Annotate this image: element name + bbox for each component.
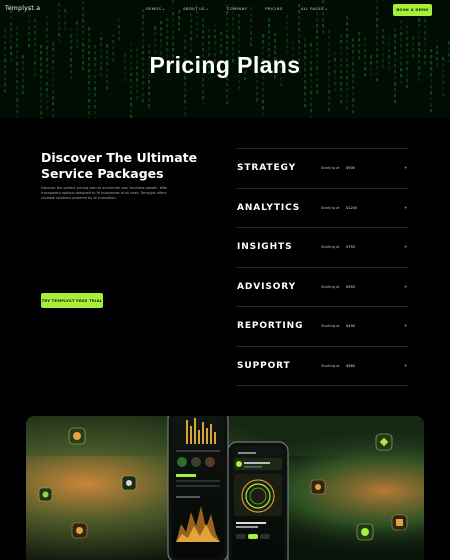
brand-logo[interactable]: Templyst.a xyxy=(5,5,40,12)
service-price: $1200 xyxy=(346,205,358,210)
service-row-advisory[interactable]: ADVISORY Starting at $950 + xyxy=(236,266,408,307)
section-description: Discover the perfect pricing plan to acc… xyxy=(41,186,168,200)
section-title: Discover The Ultimate Service Packages xyxy=(41,150,198,181)
phone-mockup-activity xyxy=(227,441,289,560)
service-row-strategy[interactable]: STRATEGY Starting at $900 + xyxy=(236,148,408,188)
service-name: SUPPORT xyxy=(237,360,291,371)
service-name: INSIGHTS xyxy=(237,242,293,253)
service-price: $900 xyxy=(346,166,355,170)
expand-icon[interactable]: + xyxy=(404,323,407,328)
top-navigation: Templyst.a Demos+ About us+ Company Pric… xyxy=(0,0,450,20)
service-row-analytics[interactable]: ANALYTICS Starting at $1200 + xyxy=(236,187,408,228)
showcase-illustration xyxy=(26,416,424,560)
service-name: ADVISORY xyxy=(237,281,297,292)
page-title: Pricing Plans xyxy=(149,52,301,78)
expand-icon[interactable]: + xyxy=(404,205,407,210)
service-price: $750 xyxy=(346,245,355,250)
service-price: $490 xyxy=(346,324,355,329)
service-row-support[interactable]: SUPPORT Starting at $560 + xyxy=(236,345,408,386)
expand-icon[interactable]: + xyxy=(404,284,407,289)
expand-icon[interactable]: + xyxy=(404,363,407,368)
service-row-reporting[interactable]: REPORTING Starting at $490 + xyxy=(236,306,408,346)
service-name: REPORTING xyxy=(237,321,304,332)
menu-item-all-pages[interactable]: All pages+ xyxy=(301,7,328,11)
menu-item-company[interactable]: Company xyxy=(227,7,248,11)
menu-item-demos[interactable]: Demos+ xyxy=(146,7,165,11)
service-price: $560 xyxy=(346,363,355,368)
expand-icon[interactable]: + xyxy=(404,165,407,170)
free-trial-button[interactable]: TRY TEMPLYST FREE TRIAL xyxy=(41,293,103,308)
phone-mockup-dashboard xyxy=(167,416,229,560)
expand-icon[interactable]: + xyxy=(404,244,407,249)
service-list: STRATEGY Starting at $900 + ANALYTICS St… xyxy=(236,148,408,386)
service-starting-label: Starting at xyxy=(321,205,340,210)
book-demo-button[interactable]: BOOK A DEMO xyxy=(393,4,432,16)
menu-item-pricing[interactable]: Pricing xyxy=(265,7,283,11)
service-starting-label: Starting at xyxy=(321,363,340,368)
service-starting-label: Starting at xyxy=(321,324,340,329)
service-starting-label: Starting at xyxy=(321,166,340,170)
main-menu: Demos+ About us+ Company Pricing All pag… xyxy=(146,7,346,11)
service-starting-label: Starting at xyxy=(321,245,340,250)
service-row-insights[interactable]: INSIGHTS Starting at $750 + xyxy=(236,227,408,267)
app-showcase-image xyxy=(26,416,424,560)
service-price: $950 xyxy=(346,284,355,289)
service-name: ANALYTICS xyxy=(237,202,301,213)
menu-item-about-us[interactable]: About us+ xyxy=(183,7,209,11)
service-starting-label: Starting at xyxy=(321,284,340,289)
service-name: STRATEGY xyxy=(237,163,297,173)
